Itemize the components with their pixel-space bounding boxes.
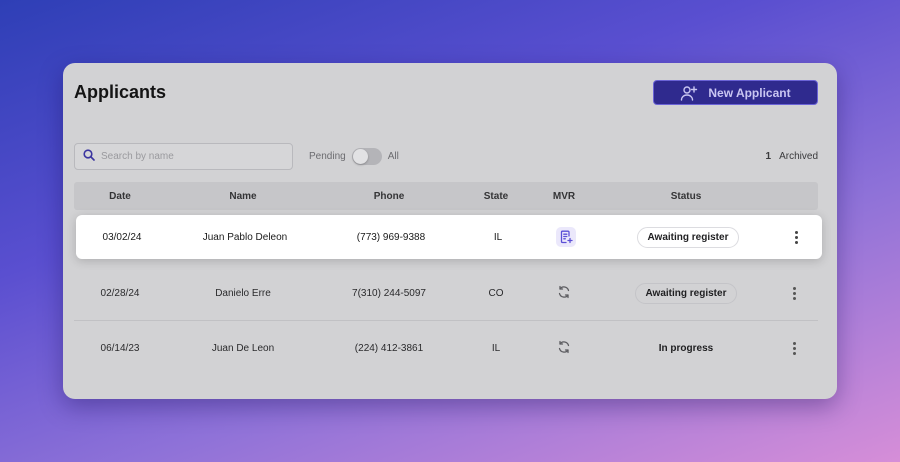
table-header: Date Name Phone State MVR Status: [74, 182, 818, 210]
header-name[interactable]: Name: [181, 182, 305, 210]
new-applicant-button[interactable]: New Applicant: [653, 80, 818, 105]
new-applicant-label: New Applicant: [708, 85, 791, 100]
cell-state: CO: [488, 287, 504, 299]
more-vertical-icon[interactable]: [794, 230, 798, 244]
search-input[interactable]: [101, 151, 281, 162]
refresh-icon[interactable]: [557, 285, 571, 302]
status-badge: Awaiting register: [634, 282, 738, 304]
row-menu-button[interactable]: [785, 326, 803, 370]
cell-date: 02/28/24: [100, 287, 140, 299]
header-mvr[interactable]: MVR: [549, 182, 579, 210]
row-menu-button[interactable]: [785, 271, 803, 315]
cell-status: Awaiting register: [633, 215, 743, 259]
cell-mvr[interactable]: [549, 271, 579, 315]
cell-name: Danielo Erre: [215, 287, 271, 299]
cell-name: Juan Pablo Deleon: [202, 231, 288, 243]
cell-status: Awaiting register: [631, 271, 741, 315]
status-badge: Awaiting register: [636, 226, 740, 248]
search-icon: [83, 148, 95, 166]
cell-date: 06/14/23: [100, 342, 140, 354]
header-phone[interactable]: Phone: [337, 182, 441, 210]
row-divider: [74, 320, 818, 321]
cell-phone: (773) 969-9388: [356, 231, 426, 243]
header-state[interactable]: State: [476, 182, 516, 210]
cell-state: IL: [491, 342, 501, 354]
more-vertical-icon[interactable]: [792, 286, 796, 300]
document-check-icon[interactable]: [556, 227, 576, 247]
search-box[interactable]: [74, 143, 293, 170]
toggle-knob: [352, 148, 368, 164]
more-vertical-icon[interactable]: [792, 341, 796, 355]
toggle-label-all: All: [387, 150, 399, 162]
table-row[interactable]: 06/14/23 Juan De Leon (224) 412-3861 IL …: [74, 326, 818, 370]
table-row[interactable]: 02/28/24 Danielo Erre 7(310) 244-5097 CO…: [74, 271, 818, 315]
page-title: Applicants: [74, 82, 167, 102]
status-badge: In progress: [658, 342, 714, 354]
header-status[interactable]: Status: [631, 182, 741, 210]
add-user-icon: [680, 85, 698, 101]
cell-status: In progress: [631, 326, 741, 370]
cell-date: 03/02/24: [102, 231, 142, 243]
table-row-highlighted[interactable]: 03/02/24 Juan Pablo Deleon (773) 969-938…: [76, 215, 822, 259]
cell-state: IL: [493, 231, 503, 243]
archived-link[interactable]: 1 Archived: [766, 151, 818, 162]
cell-phone: 7(310) 244-5097: [352, 287, 426, 299]
cell-phone: (224) 412-3861: [354, 342, 424, 354]
pending-all-toggle[interactable]: [351, 147, 382, 165]
header-date[interactable]: Date: [84, 182, 156, 210]
pending-all-toggle-group: Pending All: [309, 147, 399, 165]
toggle-label-pending: Pending: [309, 150, 346, 162]
row-menu-button[interactable]: [787, 215, 805, 259]
cell-mvr[interactable]: [549, 326, 579, 370]
applicants-card: Applicants New Applicant Pending All 1 A…: [63, 63, 837, 399]
refresh-icon[interactable]: [557, 340, 571, 357]
archived-count: 1: [765, 151, 772, 162]
archived-label: Archived: [779, 151, 818, 162]
cell-mvr[interactable]: [551, 215, 581, 259]
cell-name: Juan De Leon: [211, 342, 275, 354]
